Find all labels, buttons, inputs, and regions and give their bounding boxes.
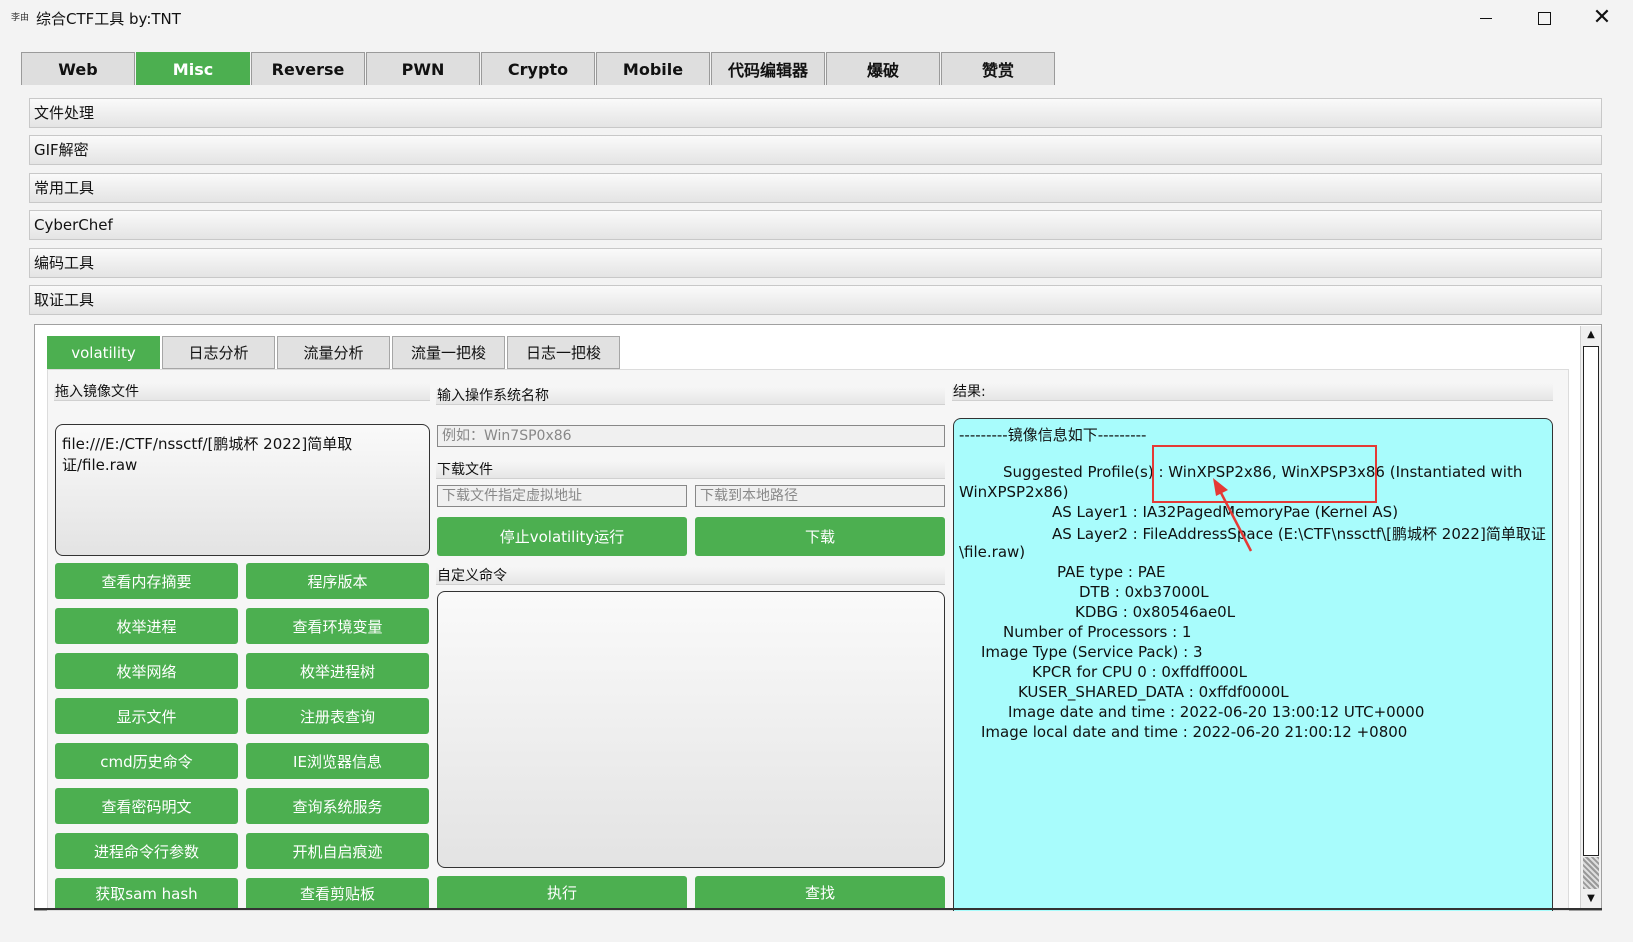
result-label: 结果: (953, 384, 986, 400)
scroll-up-icon[interactable]: ▲ (1581, 326, 1601, 344)
cmd-history-button[interactable]: cmd历史命令 (55, 743, 238, 779)
result-line: Image Type (Service Pack) : 3 (981, 643, 1203, 661)
execute-button[interactable]: 执行 (437, 876, 687, 908)
download-file-label: 下载文件 (437, 462, 493, 478)
process-tree-button[interactable]: 枚举进程树 (246, 653, 429, 689)
result-line: WinXPSP2x86) (959, 483, 1069, 501)
list-network-button[interactable]: 枚举网络 (55, 653, 238, 689)
subtab-log-oneshot[interactable]: 日志一把梭 (507, 336, 620, 369)
window-title: 综合CTF工具 by:TNT (36, 10, 181, 28)
ie-browser-info-button[interactable]: IE浏览器信息 (246, 743, 429, 779)
maximize-button[interactable] (1515, 0, 1573, 36)
result-line: Image date and time : 2022-06-20 13:00:1… (1008, 703, 1425, 721)
scroll-thumb[interactable] (1583, 346, 1599, 856)
tab-bruteforce[interactable]: 爆破 (826, 52, 940, 85)
result-line: KUSER_SHARED_DATA : 0xffdf0000L (1018, 683, 1289, 701)
os-name-label: 输入操作系统名称 (437, 388, 549, 404)
result-line: KDBG : 0x80546ae0L (1075, 603, 1236, 621)
subtab-traffic-oneshot[interactable]: 流量一把梭 (392, 336, 505, 369)
app-icon: 李由 (11, 13, 30, 23)
custom-command-label: 自定义命令 (437, 568, 507, 584)
find-button[interactable]: 查找 (695, 876, 945, 908)
process-cmdline-button[interactable]: 进程命令行参数 (55, 833, 238, 869)
section-file-processing[interactable]: 文件处理 (29, 98, 1602, 128)
close-button[interactable]: ✕ (1573, 0, 1631, 36)
virtual-address-input[interactable]: 下载文件指定虚拟地址 (437, 485, 687, 507)
title-bar: 李由 综合CTF工具 by:TNT ✕ (0, 0, 1633, 36)
highlight-box (1152, 445, 1377, 503)
result-line: DTB : 0xb37000L (1079, 583, 1209, 601)
sam-hash-button[interactable]: 获取sam hash (55, 878, 238, 908)
minimize-button[interactable] (1457, 0, 1515, 36)
section-forensics-tools[interactable]: 取证工具 (29, 285, 1602, 315)
result-line: KPCR for CPU 0 : 0xffdff000L (1032, 663, 1247, 681)
result-line: \file.raw) (959, 543, 1026, 561)
file-path-text: file:///E:/CTF/nssctf/[鹏城杯 2022]简单取证/fil… (62, 435, 353, 474)
scroll-track-region[interactable] (1583, 857, 1599, 889)
tab-code-editor[interactable]: 代码编辑器 (711, 52, 825, 85)
download-button[interactable]: 下载 (695, 517, 945, 556)
system-services-button[interactable]: 查询系统服务 (246, 788, 429, 824)
tab-crypto[interactable]: Crypto (481, 52, 595, 85)
panel-scrollbar[interactable]: ▲ ▼ (1580, 326, 1601, 908)
download-label-bar (436, 460, 945, 479)
section-common-tools[interactable]: 常用工具 (29, 173, 1602, 203)
subtab-log-analysis[interactable]: 日志分析 (162, 336, 275, 369)
panel-bottom-border (34, 908, 1602, 910)
tab-donate[interactable]: 赞赏 (941, 52, 1055, 85)
os-name-input[interactable]: 例如：Win7SP0x86 (437, 425, 945, 447)
section-cyberchef[interactable]: CyberChef (29, 210, 1602, 240)
program-version-button[interactable]: 程序版本 (246, 563, 429, 599)
maximize-icon (1537, 11, 1551, 25)
result-line: ---------镜像信息如下--------- (959, 426, 1147, 444)
section-gif-decrypt[interactable]: GIF解密 (29, 135, 1602, 165)
custom-command-textarea[interactable] (437, 591, 945, 868)
section-encoding-tools[interactable]: 编码工具 (29, 248, 1602, 278)
result-label-bar (952, 382, 1553, 401)
show-files-button[interactable]: 显示文件 (55, 698, 238, 734)
registry-query-button[interactable]: 注册表查询 (246, 698, 429, 734)
tab-misc[interactable]: Misc (136, 52, 250, 85)
subtab-traffic-analysis[interactable]: 流量分析 (277, 336, 390, 369)
tab-mobile[interactable]: Mobile (596, 52, 710, 85)
result-line: AS Layer2 : FileAddressSpace (E:\CTF\nss… (1052, 525, 1546, 543)
env-vars-button[interactable]: 查看环境变量 (246, 608, 429, 644)
memory-summary-button[interactable]: 查看内存摘要 (55, 563, 238, 599)
autostart-traces-button[interactable]: 开机自启痕迹 (246, 833, 429, 869)
tab-reverse[interactable]: Reverse (251, 52, 365, 85)
list-processes-button[interactable]: 枚举进程 (55, 608, 238, 644)
drop-file-label: 拖入镜像文件 (55, 384, 139, 400)
custom-label-bar (436, 566, 945, 585)
drop-file-area[interactable]: file:///E:/CTF/nssctf/[鹏城杯 2022]简单取证/fil… (55, 424, 430, 556)
result-line: Image local date and time : 2022-06-20 2… (981, 723, 1408, 741)
tab-web[interactable]: Web (21, 52, 135, 85)
result-line: AS Layer1 : IA32PagedMemoryPae (Kernel A… (1052, 503, 1399, 521)
plaintext-passwords-button[interactable]: 查看密码明文 (55, 788, 238, 824)
scroll-down-icon[interactable]: ▼ (1581, 890, 1601, 908)
tab-pwn[interactable]: PWN (366, 52, 480, 85)
result-line: PAE type : PAE (1057, 563, 1166, 581)
subtab-volatility[interactable]: volatility (47, 336, 160, 369)
result-line: Number of Processors : 1 (1003, 623, 1192, 641)
stop-volatility-button[interactable]: 停止volatility运行 (437, 517, 687, 556)
close-icon: ✕ (1592, 5, 1612, 30)
local-path-input[interactable]: 下载到本地路径 (695, 485, 945, 507)
clipboard-button[interactable]: 查看剪贴板 (246, 878, 429, 908)
minimize-icon (1480, 17, 1492, 19)
